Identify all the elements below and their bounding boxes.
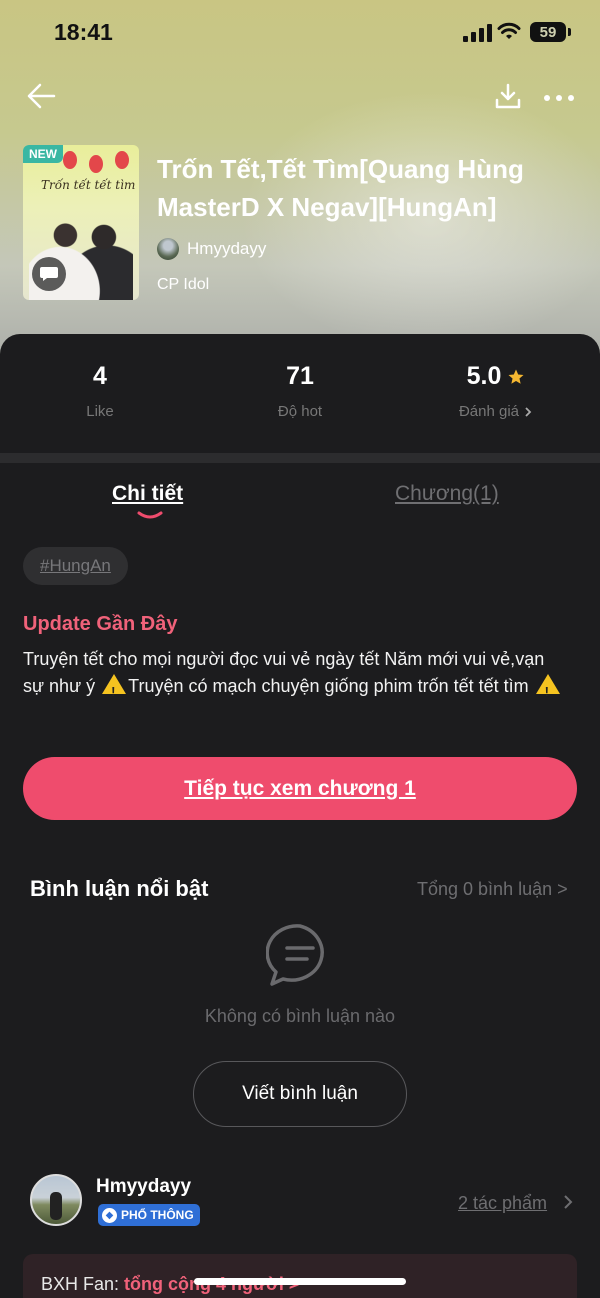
author-profile-row[interactable]: Hmyydayy ◆ PHỔ THÔNG 2 tác phẩm <box>30 1174 580 1230</box>
chevron-right-icon <box>525 406 532 417</box>
stats-row: 4 Like 71 Độ hot 5.0 Đánh giá <box>0 334 600 454</box>
tab-bar: Chi tiết Chương(1) <box>0 482 600 526</box>
rank-badge: ◆ PHỔ THÔNG <box>98 1204 200 1226</box>
lantern-decoration <box>89 155 103 173</box>
cover-title: Trốn tết tết tìm <box>41 178 136 192</box>
lantern-decoration <box>115 151 129 169</box>
warning-icon <box>535 674 560 705</box>
update-title: Update Gần Đây <box>23 613 178 635</box>
signal-icon <box>463 24 492 42</box>
battery-icon: 59 <box>530 22 571 42</box>
no-comments-text: Không có bình luận nào <box>204 1006 396 1026</box>
stat-hot: 71 Độ hot <box>200 362 400 420</box>
hashtag-chip[interactable]: #HungAn <box>23 547 128 585</box>
book-title: Trốn Tết,Tết Tìm[Quang Hùng MasterD X Ne… <box>157 154 524 222</box>
status-time: 18:41 <box>54 19 113 45</box>
diamond-icon: ◆ <box>102 1207 117 1223</box>
book-category[interactable]: CP Idol <box>157 276 209 294</box>
story-description: Truyện tết cho mọi người đọc vui vẻ ngày… <box>23 646 563 705</box>
wifi-icon <box>497 22 521 39</box>
author-avatar-large[interactable] <box>30 1174 82 1226</box>
book-cover[interactable]: NEW Trốn tết tết tìm <box>23 145 139 300</box>
comments-total-link[interactable]: Tổng 0 bình luận > <box>417 879 568 900</box>
comment-empty-icon <box>266 924 324 986</box>
comments-title: Bình luận nổi bật <box>30 876 209 901</box>
new-badge: NEW <box>23 145 63 163</box>
author-name: Hmyydayy <box>187 239 267 258</box>
author-avatar <box>157 238 179 260</box>
rating-label: Đánh giá <box>458 403 520 420</box>
detail-card: 4 Like 71 Độ hot 5.0 Đánh giá Chi tiết C… <box>0 334 600 1298</box>
write-comment-button[interactable]: Viết bình luận <box>193 1061 407 1127</box>
chevron-right-icon <box>564 1195 573 1209</box>
description-text-2: Truyện có mạch chuyện giống phim trốn tế… <box>128 676 534 696</box>
lantern-decoration <box>63 151 77 169</box>
tab-active-indicator <box>137 511 163 519</box>
home-indicator <box>194 1278 406 1285</box>
section-divider <box>0 453 600 463</box>
stat-like: 4 Like <box>0 362 200 420</box>
star-icon <box>508 369 524 384</box>
warning-icon <box>102 674 127 705</box>
continue-reading-button[interactable]: Tiếp tục xem chương 1 <box>23 757 577 820</box>
tab-chapters[interactable]: Chương(1) <box>395 482 499 506</box>
status-bar: 18:41 59 <box>0 0 600 64</box>
more-options-icon[interactable] <box>543 93 575 103</box>
like-count: 4 <box>93 362 107 390</box>
stat-rating[interactable]: 5.0 Đánh giá <box>396 362 596 420</box>
back-arrow-icon[interactable] <box>26 82 56 110</box>
fan-ranking-label: BXH Fan: <box>41 1274 125 1294</box>
hot-label: Độ hot <box>277 403 323 420</box>
book-author[interactable]: Hmyydayy <box>157 238 266 260</box>
fan-ranking-box[interactable]: BXH Fan: tổng cộng 4 người > <box>23 1254 577 1298</box>
rank-badge-label: PHỔ THÔNG <box>121 1208 194 1222</box>
tab-details[interactable]: Chi tiết <box>112 482 183 506</box>
download-icon[interactable] <box>494 82 522 110</box>
works-count-link[interactable]: 2 tác phẩm <box>458 1193 547 1214</box>
author-profile-name[interactable]: Hmyydayy <box>96 1176 191 1198</box>
chat-icon <box>32 257 66 291</box>
rating-value: 5.0 <box>466 362 502 390</box>
like-label: Like <box>86 403 114 420</box>
hot-count: 71 <box>286 362 314 390</box>
